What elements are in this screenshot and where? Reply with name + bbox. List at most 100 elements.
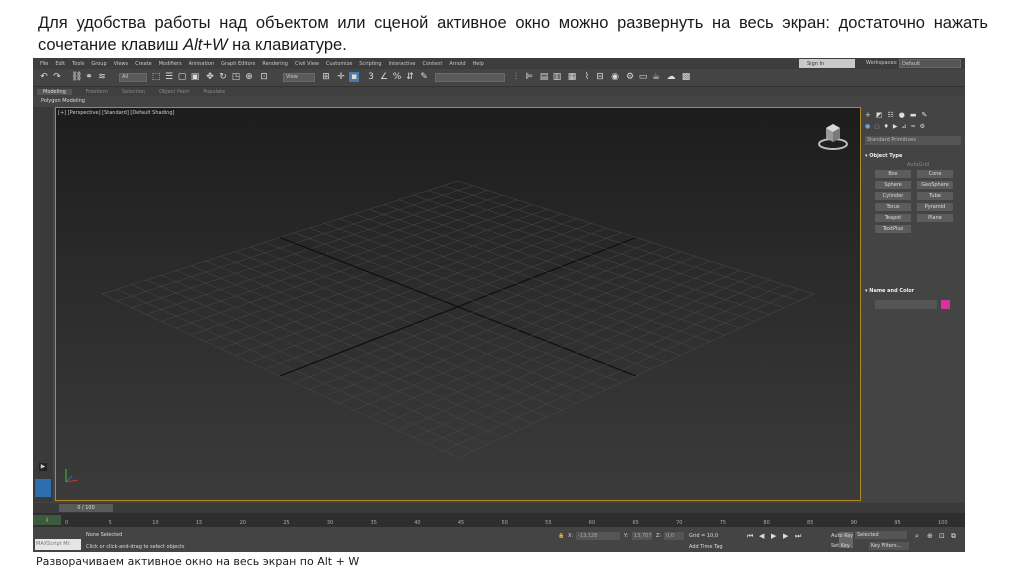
x-coordinate-field[interactable]: -13,128 xyxy=(576,532,620,540)
create-box-button[interactable]: Box xyxy=(875,170,911,178)
name-and-color-rollout[interactable]: ▾ Name and Color xyxy=(865,288,961,294)
menu-item-group[interactable]: Group xyxy=(91,61,106,67)
viewport-label[interactable]: [+] [Perspective] [Standard] [Default Sh… xyxy=(58,110,174,116)
maxscript-listener[interactable]: MAXScript Mi: xyxy=(35,539,81,550)
create-plane-button[interactable]: Plane xyxy=(917,214,953,222)
open-a360-gallery-icon[interactable]: ▩ xyxy=(681,72,691,82)
z-coordinate-field[interactable]: 0,0 xyxy=(664,532,684,540)
create-sphere-button[interactable]: Sphere xyxy=(875,181,911,189)
auto-key-button[interactable]: Auto Key xyxy=(831,533,853,539)
select-by-name-icon[interactable]: ☰ xyxy=(164,72,174,82)
cameras-icon[interactable]: ▶ xyxy=(893,123,898,133)
perspective-viewport[interactable]: [+] [Perspective] [Standard] [Default Sh… xyxy=(55,107,861,501)
create-tube-button[interactable]: Tube xyxy=(917,192,953,200)
create-cone-button[interactable]: Cone xyxy=(917,170,953,178)
shapes-icon[interactable]: ◌ xyxy=(874,123,879,133)
link-icon[interactable]: ⛓ xyxy=(71,72,82,82)
zoom-all-icon[interactable]: ⊕ xyxy=(927,532,933,540)
selection-filter-select[interactable]: All xyxy=(119,73,147,82)
unlink-icon[interactable]: ⚭ xyxy=(84,72,94,82)
display-tab-icon[interactable]: ▬ xyxy=(910,111,917,121)
ribbon-tab-selection[interactable]: Selection xyxy=(122,89,145,95)
systems-icon[interactable]: ⚙ xyxy=(920,123,925,133)
percent-snap-icon[interactable]: % xyxy=(392,72,402,82)
workspace-select[interactable]: Default xyxy=(899,59,961,68)
track-bar[interactable]: ⚷ 0 5 10 15 20 25 30 35 40 45 50 55 60 65 70 75 80 85 90 95… xyxy=(33,513,965,527)
menu-item-file[interactable]: File xyxy=(40,61,48,67)
undo-icon[interactable]: ↶ xyxy=(39,72,49,82)
ribbon-tab-freeform[interactable]: Freeform xyxy=(86,89,108,95)
sign-in-dropdown[interactable]: Sign In xyxy=(799,59,855,68)
pivot-center-icon[interactable]: ⊞ xyxy=(321,72,331,82)
viewport-layout-icon[interactable] xyxy=(35,479,51,497)
autogrid-checkbox[interactable]: AutoGrid xyxy=(907,162,929,168)
helpers-icon[interactable]: ⊿ xyxy=(902,123,907,133)
zoom-icon[interactable]: ⌕ xyxy=(915,532,919,541)
space-warps-icon[interactable]: ≈ xyxy=(911,123,916,133)
next-frame-icon[interactable]: ▶ xyxy=(783,532,788,540)
modify-tab-icon[interactable]: ◩ xyxy=(876,111,883,121)
render-online-icon[interactable]: ☁ xyxy=(666,72,676,82)
go-to-end-icon[interactable]: ⏭ xyxy=(795,532,801,541)
menu-item-modifiers[interactable]: Modifiers xyxy=(159,61,182,67)
menu-item-content[interactable]: Content xyxy=(422,61,442,67)
object-name-input[interactable] xyxy=(875,300,937,309)
render-setup-icon[interactable]: ⚙ xyxy=(625,72,635,82)
menu-item-customize[interactable]: Customize xyxy=(326,61,352,67)
ribbon-tab-populate[interactable]: Populate xyxy=(203,89,225,95)
menu-item-create[interactable]: Create xyxy=(135,61,152,67)
menu-item-interactive[interactable]: Interactive xyxy=(389,61,416,67)
create-cylinder-button[interactable]: Cylinder xyxy=(875,192,911,200)
menu-item-scripting[interactable]: Scripting xyxy=(359,61,381,67)
window-crossing-icon[interactable]: ▣ xyxy=(190,72,200,82)
menu-item-views[interactable]: Views xyxy=(114,61,128,67)
prev-frame-icon[interactable]: ◀ xyxy=(759,532,764,540)
menu-item-arnold[interactable]: Arnold xyxy=(449,61,465,67)
expand-arrow-icon[interactable]: ▶ xyxy=(39,463,47,471)
create-tab-icon[interactable]: + xyxy=(865,111,871,121)
mirror-icon[interactable]: ⫶ xyxy=(511,72,521,82)
create-geosphere-button[interactable]: GeoSphere xyxy=(917,181,953,189)
ribbon-tab-object-paint[interactable]: Object Paint xyxy=(159,89,189,95)
time-slider[interactable]: 0 / 100 xyxy=(33,503,965,513)
geometry-icon[interactable]: ● xyxy=(865,123,870,133)
select-manipulate-icon[interactable]: ⊡ xyxy=(259,72,269,82)
keyboard-shortcut-override-icon[interactable]: ▪ xyxy=(349,72,359,82)
utilities-tab-icon[interactable]: ✎ xyxy=(922,111,928,121)
create-teapot-button[interactable]: Teapot xyxy=(875,214,911,222)
render-production-icon[interactable]: ☕ xyxy=(651,72,661,82)
lock-selection-icon[interactable]: 🔒 xyxy=(558,533,564,539)
toggle-ribbon-icon[interactable]: ▦ xyxy=(567,72,577,82)
named-selection-sets-select[interactable] xyxy=(435,73,505,82)
bind-space-warp-icon[interactable]: ≋ xyxy=(97,72,107,82)
viewcube-icon[interactable] xyxy=(816,122,850,152)
go-to-start-icon[interactable]: ⏮ xyxy=(747,532,753,541)
reference-coord-select[interactable]: View xyxy=(283,73,315,82)
select-manipulate-2-icon[interactable]: ✛ xyxy=(336,72,346,82)
set-key-button[interactable]: Set Key xyxy=(831,543,850,549)
maximize-viewport-icon[interactable]: ⧉ xyxy=(951,532,956,541)
ribbon-sub-tab[interactable]: Polygon Modeling xyxy=(41,98,85,104)
play-icon[interactable]: ▶ xyxy=(771,532,776,540)
lights-icon[interactable]: ♦ xyxy=(884,123,889,133)
object-type-rollout[interactable]: ▾ Object Type xyxy=(865,153,961,159)
placement-icon[interactable]: ⊕ xyxy=(244,72,254,82)
redo-icon[interactable]: ↷ xyxy=(52,72,62,82)
spinner-snap-icon[interactable]: ⇵ xyxy=(405,72,415,82)
menu-item-rendering[interactable]: Rendering xyxy=(262,61,288,67)
create-textplus-button[interactable]: TextPlus xyxy=(875,225,911,233)
menu-item-graph-editors[interactable]: Graph Editors xyxy=(221,61,255,67)
toggle-layer-explorer-icon[interactable]: ▥ xyxy=(552,72,562,82)
schematic-view-icon[interactable]: ⊟ xyxy=(595,72,605,82)
key-filters-button[interactable]: Key Filters... xyxy=(869,542,909,550)
rendered-frame-window-icon[interactable]: ▭ xyxy=(638,72,648,82)
scale-icon[interactable]: ◳ xyxy=(231,72,241,82)
move-icon[interactable]: ✥ xyxy=(205,72,215,82)
menu-item-help[interactable]: Help xyxy=(473,61,484,67)
rotate-icon[interactable]: ↻ xyxy=(218,72,228,82)
edit-named-selection-icon[interactable]: ✎ xyxy=(419,72,429,82)
angle-snap-icon[interactable]: ∠ xyxy=(379,72,389,82)
menu-item-tools[interactable]: Tools xyxy=(72,61,84,67)
align-icon[interactable]: ⊫ xyxy=(524,72,534,82)
hierarchy-tab-icon[interactable]: ☷ xyxy=(888,111,894,121)
